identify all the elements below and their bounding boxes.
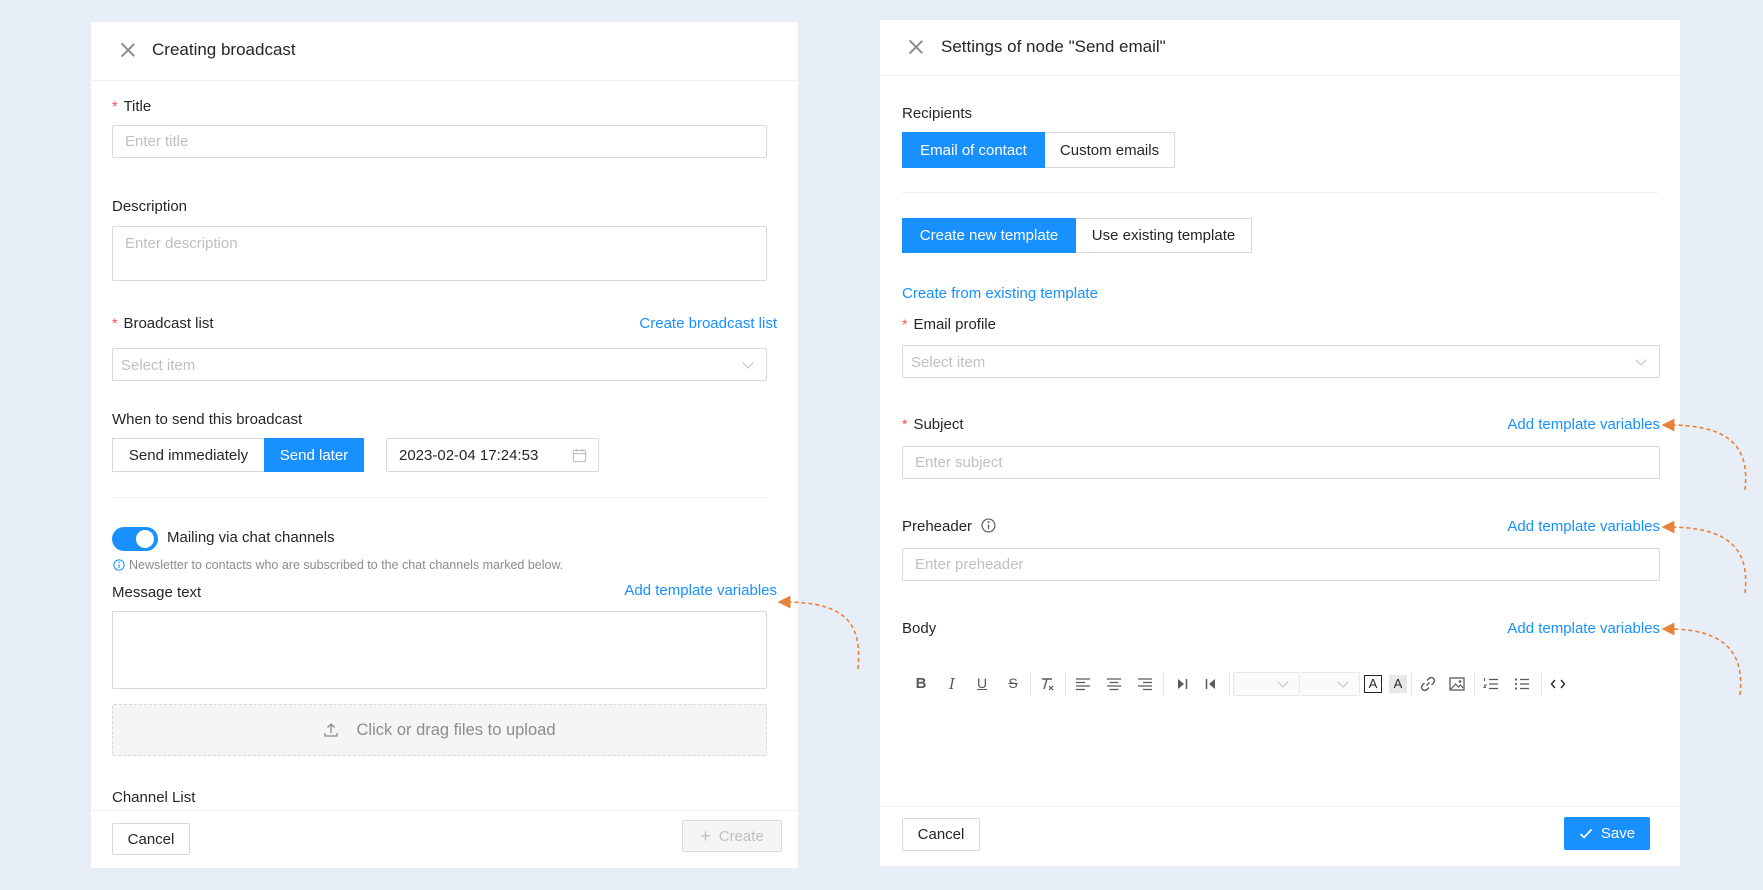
panel-footer: Cancel Save [880,806,1680,866]
plus-icon: + [700,826,711,846]
section-divider [902,192,1658,193]
description-input[interactable] [112,226,767,281]
toolbar-separator [1065,672,1066,696]
chevron-down-icon [1337,676,1349,688]
create-button-label: Create [718,827,764,845]
upload-text: Click or drag files to upload [356,720,556,739]
toolbar-separator [1474,672,1475,696]
channel-list-label: Channel List [112,789,196,806]
align-left-icon[interactable] [1074,675,1092,693]
upload-icon [324,723,339,737]
code-view-icon[interactable] [1549,675,1567,693]
message-text-input[interactable] [112,611,767,689]
info-icon[interactable] [981,518,996,533]
toolbar-separator [1030,672,1031,696]
datetime-value: 2023-02-04 17:24:53 [399,446,539,464]
close-icon[interactable] [907,38,925,56]
template-mode-toggle: Create new template Use existing templat… [902,218,1252,253]
body-editor-area[interactable] [902,706,1660,816]
add-template-variables-link[interactable]: Add template variables [624,582,777,599]
save-button[interactable]: Save [1564,817,1650,850]
email-of-contact-button[interactable]: Email of contact [902,132,1045,168]
toolbar-separator [1163,672,1164,696]
broadcast-list-label: * Broadcast list [112,315,214,332]
toolbar-separator [1411,672,1412,696]
upload-dropzone[interactable]: Click or drag files to upload [112,704,767,756]
check-icon [1579,828,1593,839]
panel-title: Creating broadcast [152,40,296,59]
toolbar-separator [1229,672,1230,696]
send-timing-toggle: Send immediately Send later [112,438,364,472]
email-profile-label: * Email profile [902,316,996,333]
editor-toolbar: B I U S A A [902,672,1660,696]
font-color-icon[interactable]: A [1364,675,1382,693]
cancel-button[interactable]: Cancel [902,818,980,851]
chevron-down-icon [1277,676,1289,688]
create-from-existing-template-link[interactable]: Create from existing template [902,285,1098,302]
subject-add-template-variables-link[interactable]: Add template variables [1507,416,1660,433]
create-broadcast-list-link[interactable]: Create broadcast list [639,315,777,332]
select-placeholder: Select item [911,354,986,371]
send-email-settings-panel: Settings of node "Send email" Recipients… [880,20,1680,866]
align-center-icon[interactable] [1105,675,1123,693]
strikethrough-icon[interactable]: S [1004,675,1022,693]
title-label: * Title [112,98,152,115]
custom-emails-button[interactable]: Custom emails [1044,132,1175,168]
message-text-label: Message text [112,584,202,601]
panel-footer: Cancel + Create [91,810,798,868]
subject-label: * Subject [902,416,964,433]
send-immediately-button[interactable]: Send immediately [112,438,265,472]
creating-broadcast-panel: Creating broadcast *Title Description *B… [91,22,798,868]
description-label: Description [112,198,188,215]
mailing-toggle-switch[interactable] [112,527,158,551]
italic-icon[interactable]: I [943,675,961,693]
indent-icon[interactable] [1173,675,1191,693]
create-button[interactable]: + Create [682,820,782,852]
email-profile-select[interactable]: Select item [902,345,1660,378]
panel-header: Settings of node "Send email" [880,20,1680,76]
broadcast-list-select[interactable]: Select item [112,348,767,381]
send-datetime-picker[interactable]: 2023-02-04 17:24:53 [386,438,599,472]
body-add-template-variables-link[interactable]: Add template variables [1507,620,1660,637]
clear-format-icon[interactable] [1038,675,1056,693]
chevron-down-icon [742,357,754,369]
preheader-label: Preheader [902,518,996,535]
mailing-label: Mailing via chat channels [167,529,335,546]
body-label: Body [902,620,937,637]
chevron-down-icon [1635,354,1647,366]
bullet-list-icon[interactable] [1513,675,1531,693]
outdent-icon[interactable] [1202,675,1220,693]
font-size-select[interactable] [1233,672,1300,696]
select-placeholder: Select item [121,357,196,374]
cancel-button[interactable]: Cancel [112,823,190,855]
line-height-select[interactable] [1300,672,1360,696]
image-icon[interactable] [1448,675,1466,693]
mailing-hint: Newsletter to contacts who are subscribe… [129,558,564,572]
info-icon [113,559,125,571]
recipients-toggle: Email of contact Custom emails [902,132,1175,168]
link-icon[interactable] [1419,675,1437,693]
panel-header: Creating broadcast [91,22,798,81]
save-button-label: Save [1600,825,1636,842]
align-right-icon[interactable] [1136,675,1154,693]
toolbar-separator [1541,672,1542,696]
preheader-input[interactable] [902,548,1660,581]
send-later-button[interactable]: Send later [264,438,364,472]
ordered-list-icon[interactable] [1482,675,1500,693]
close-icon[interactable] [119,41,137,59]
when-to-send-label: When to send this broadcast [112,411,303,428]
bold-icon[interactable]: B [912,675,930,693]
title-input[interactable] [112,125,767,158]
section-divider [112,497,767,498]
preheader-add-template-variables-link[interactable]: Add template variables [1507,518,1660,535]
toggle-knob [136,530,154,548]
use-existing-template-button[interactable]: Use existing template [1075,218,1252,253]
subject-input[interactable] [902,446,1660,479]
background-color-icon[interactable]: A [1389,675,1407,693]
calendar-icon [572,448,587,463]
underline-icon[interactable]: U [973,675,991,693]
recipients-label: Recipients [902,105,973,122]
create-new-template-button[interactable]: Create new template [902,218,1076,253]
panel-title: Settings of node "Send email" [941,37,1166,56]
